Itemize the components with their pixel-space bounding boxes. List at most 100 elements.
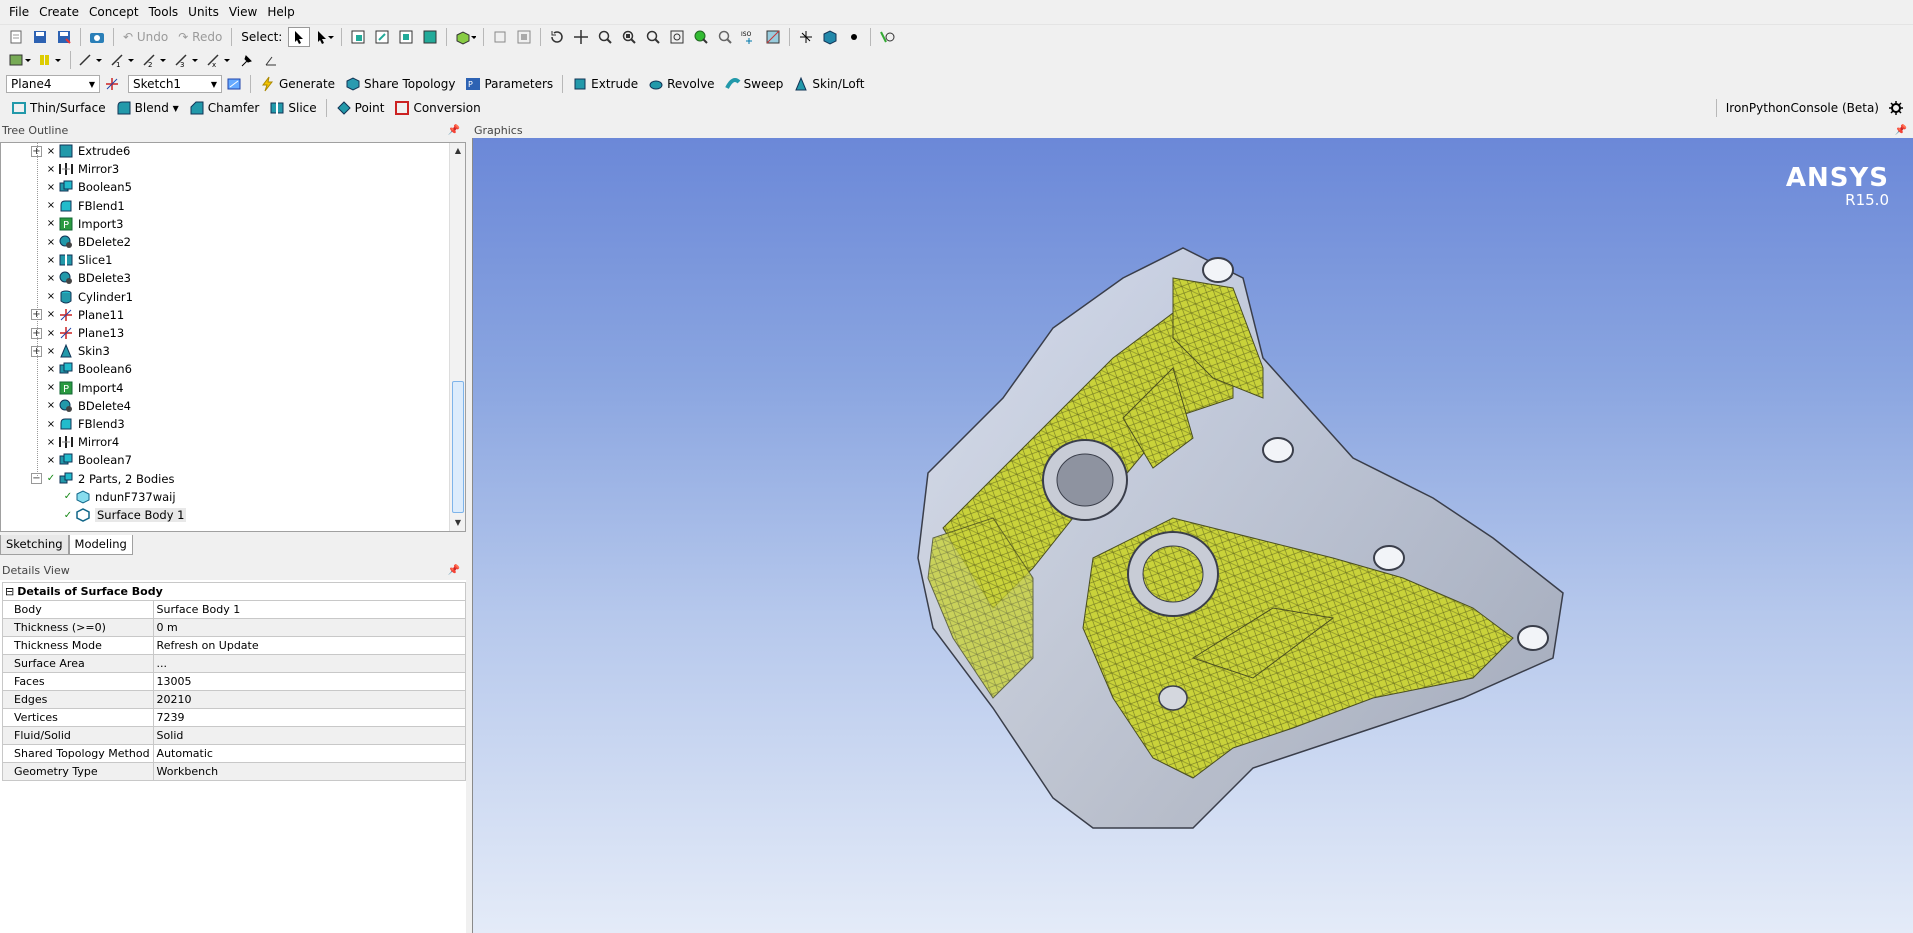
tree-item[interactable]: × Mirror3 [31, 160, 119, 178]
details-value[interactable]: 7239 [152, 708, 467, 727]
pin-tool-icon[interactable] [236, 50, 258, 70]
tree-item[interactable]: + × Skin3 [31, 342, 110, 360]
pin-icon[interactable]: 📌 [448, 122, 460, 140]
sweep-button[interactable]: Sweep [721, 74, 788, 94]
dimension-general-icon[interactable] [76, 50, 106, 70]
slice-button[interactable]: Slice [265, 98, 320, 118]
fit-selection-icon[interactable] [489, 27, 511, 47]
tree-item[interactable]: × Slice1 [31, 251, 112, 269]
share-topology-button[interactable]: Share Topology [341, 74, 459, 94]
zoom-icon[interactable] [594, 27, 616, 47]
tree-item[interactable]: × Cylinder1 [31, 288, 133, 306]
details-row[interactable]: Body Surface Body 1 [2, 600, 467, 619]
section-plane-icon[interactable] [876, 27, 898, 47]
save-as-icon[interactable] [53, 27, 75, 47]
details-value[interactable]: Automatic [152, 744, 467, 763]
tree-item[interactable]: × FBlend1 [31, 197, 125, 215]
display-point-icon[interactable] [843, 27, 865, 47]
tree-item[interactable]: × Boolean7 [31, 451, 132, 469]
tree-item[interactable]: × FBlend3 [31, 415, 125, 433]
select-faces-icon[interactable] [395, 27, 417, 47]
zoom-to-fit-icon[interactable] [642, 27, 664, 47]
scroll-thumb[interactable] [452, 381, 464, 513]
view-icon[interactable] [762, 27, 784, 47]
details-row[interactable]: Thickness (>=0) 0 m [2, 618, 467, 637]
tab-modeling[interactable]: Modeling [68, 535, 133, 555]
undo-button[interactable]: ↶ Undo [119, 27, 172, 47]
tree-item[interactable]: × P Import3 [31, 215, 124, 233]
tree-item[interactable]: × P Import4 [31, 379, 124, 397]
extrude-button[interactable]: Extrude [568, 74, 642, 94]
tree-item[interactable]: × BDelete4 [31, 397, 131, 415]
details-value[interactable]: Refresh on Update [152, 636, 467, 655]
magnifier-icon[interactable] [666, 27, 688, 47]
details-header-row[interactable]: ⊟ Details of Surface Body [2, 582, 466, 601]
iso-view-icon[interactable]: ISO [738, 27, 760, 47]
new-icon[interactable] [5, 27, 27, 47]
tree-item[interactable]: ✓ Surface Body 1 [63, 506, 187, 524]
zoom-out-icon[interactable] [714, 27, 736, 47]
details-value[interactable]: Workbench [152, 762, 467, 781]
tree-item[interactable]: + × Extrude6 [31, 143, 130, 160]
save-icon[interactable] [29, 27, 51, 47]
menu-create[interactable]: Create [34, 0, 84, 24]
thin-surface-button[interactable]: Thin/Surface [7, 98, 110, 118]
collapse-icon[interactable]: ⊟ [5, 585, 14, 598]
new-plane-icon[interactable] [101, 74, 123, 94]
fit-all-icon[interactable] [513, 27, 535, 47]
tree-item[interactable]: − ✓ 2 Parts, 2 Bodies [31, 470, 174, 488]
details-row[interactable]: Fluid/Solid Solid [2, 726, 467, 745]
menu-units[interactable]: Units [183, 0, 224, 24]
scroll-up-icon[interactable]: ▲ [451, 144, 465, 158]
scroll-down-icon[interactable]: ▼ [451, 516, 465, 530]
details-row[interactable]: Vertices 7239 [2, 708, 467, 727]
redo-button[interactable]: ↷ Redo [174, 27, 226, 47]
tab-sketching[interactable]: Sketching [0, 535, 69, 555]
blend-button[interactable]: Blend ▼ [112, 98, 183, 118]
details-row[interactable]: Geometry Type Workbench [2, 762, 467, 781]
details-value[interactable]: Solid [152, 726, 467, 745]
parameters-button[interactable]: P Parameters [461, 74, 557, 94]
menu-file[interactable]: File [4, 0, 34, 24]
tree-item[interactable]: × BDelete2 [31, 233, 131, 251]
tree-item[interactable]: + × Plane13 [31, 324, 124, 342]
tree-item[interactable]: + × Plane11 [31, 306, 124, 324]
details-value[interactable]: 20210 [152, 690, 467, 709]
details-row[interactable]: Shared Topology Method Automatic [2, 744, 467, 763]
select-mode-icon[interactable] [288, 26, 311, 47]
details-row[interactable]: Thickness Mode Refresh on Update [2, 636, 467, 655]
extend-selection-icon[interactable] [452, 27, 478, 47]
ironpython-console-button[interactable]: IronPythonConsole (Beta) [1722, 98, 1883, 118]
dimension-radius-icon[interactable]: x [204, 50, 234, 70]
chamfer-button[interactable]: Chamfer [185, 98, 264, 118]
select-bodies-icon[interactable] [419, 27, 441, 47]
dimension-length-icon[interactable]: 3 [172, 50, 202, 70]
sketch-dropdown[interactable]: Sketch1 ▼ [128, 75, 222, 93]
tree-item[interactable]: × Boolean6 [31, 360, 132, 378]
plane-dropdown[interactable]: Plane4 ▼ [6, 75, 100, 93]
rotate-icon[interactable] [546, 27, 568, 47]
conversion-button[interactable]: Conversion [390, 98, 484, 118]
details-value[interactable]: 0 m [152, 618, 467, 637]
menu-concept[interactable]: Concept [84, 0, 144, 24]
display-model-icon[interactable] [819, 27, 841, 47]
pan-icon[interactable] [570, 27, 592, 47]
details-row[interactable]: Edges 20210 [2, 690, 467, 709]
skin-loft-button[interactable]: Skin/Loft [789, 74, 868, 94]
dimension-horizontal-icon[interactable]: 1 [108, 50, 138, 70]
console-gear-icon[interactable] [1885, 98, 1907, 118]
face-display-icon[interactable] [37, 50, 65, 70]
revolve-button[interactable]: Revolve [644, 74, 718, 94]
triad-icon[interactable] [795, 27, 817, 47]
box-zoom-icon[interactable] [618, 27, 640, 47]
menu-tools[interactable]: Tools [144, 0, 184, 24]
menu-view[interactable]: View [224, 0, 262, 24]
point-button[interactable]: Point [332, 98, 389, 118]
tree-scrollbar[interactable]: ▲ ▼ [449, 143, 465, 531]
tree-item[interactable]: × BDelete3 [31, 269, 131, 287]
generate-button[interactable]: Generate [256, 74, 339, 94]
details-value[interactable]: ... [152, 654, 467, 673]
tree-item[interactable]: × Boolean5 [31, 178, 132, 196]
select-edges-icon[interactable] [371, 27, 393, 47]
screenshot-icon[interactable] [86, 27, 108, 47]
